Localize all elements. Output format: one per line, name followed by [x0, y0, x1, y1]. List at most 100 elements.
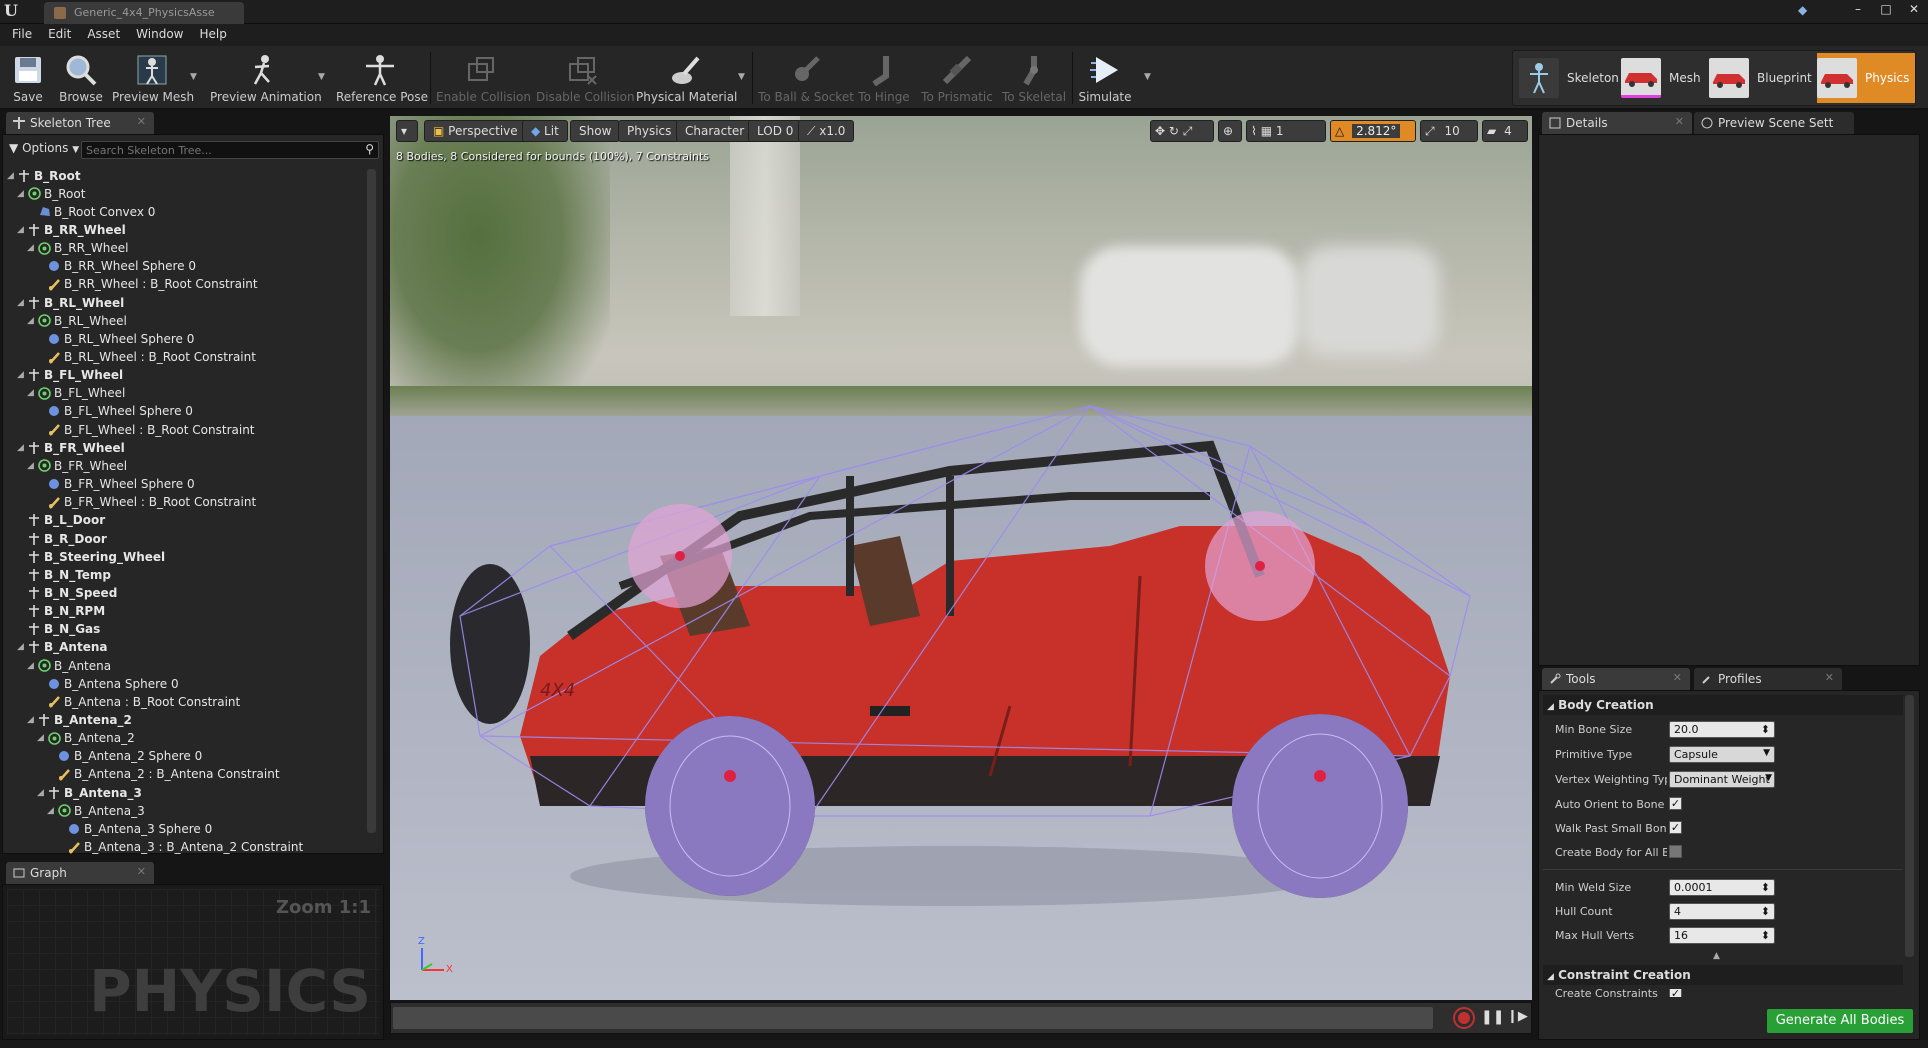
- tree-row-shape[interactable]: B_RL_Wheel Sphere 0: [37, 330, 194, 347]
- tree-row-shape[interactable]: B_FL_Wheel Sphere 0: [37, 403, 193, 420]
- tab-graph[interactable]: Graph ✕: [6, 862, 154, 884]
- physical-material-button[interactable]: Physical Material: [636, 48, 737, 108]
- preview-mesh-dropdown-icon[interactable]: ▼: [190, 72, 197, 82]
- tree-row-body[interactable]: ◢ B_FL_Wheel: [27, 385, 125, 402]
- tab-preview-scene-settings[interactable]: Preview Scene Sett: [1694, 112, 1854, 134]
- tab-skeleton-tree[interactable]: Skeleton Tree ✕: [6, 112, 154, 134]
- tree-row-shape[interactable]: B_Antena_3 Sphere 0: [57, 820, 212, 837]
- generate-all-bodies-button[interactable]: Generate All Bodies: [1767, 1009, 1913, 1033]
- graph-panel[interactable]: Zoom 1:1 PHYSICS: [2, 884, 384, 1040]
- tree-row-bone[interactable]: ◢ B_Antena_2: [27, 712, 132, 729]
- expand-arrow-icon[interactable]: ◢: [17, 642, 27, 652]
- options-dropdown[interactable]: ▼ Options ▼: [9, 141, 79, 159]
- expand-arrow-icon[interactable]: ◢: [27, 715, 37, 725]
- tree-row-shape[interactable]: B_FR_Wheel Sphere 0: [37, 476, 195, 493]
- close-tab-icon[interactable]: ✕: [1825, 671, 1834, 684]
- viewport-options-button[interactable]: ▾: [396, 120, 418, 142]
- tree-row-constraint[interactable]: B_Antena_2 : B_Antena Constraint: [47, 766, 280, 783]
- lit-button[interactable]: ◆ Lit: [522, 120, 568, 142]
- tree-row-constraint[interactable]: B_Antena : B_Root Constraint: [37, 693, 240, 710]
- physical-material-dropdown-icon[interactable]: ▼: [738, 72, 745, 82]
- vertex-weighting-select[interactable]: Dominant Weight ▼: [1669, 771, 1775, 788]
- menu-edit[interactable]: Edit: [40, 24, 79, 46]
- tree-row-body[interactable]: ◢ B_Root: [17, 185, 85, 202]
- tree-row-body[interactable]: ◢ B_RR_Wheel: [27, 240, 128, 257]
- close-tab-icon[interactable]: ✕: [1675, 115, 1684, 128]
- tree-row-bone[interactable]: ◢ B_RR_Wheel: [17, 221, 126, 238]
- expand-arrow-icon[interactable]: ◢: [7, 171, 17, 181]
- physics-view-button[interactable]: Physics: [618, 120, 681, 142]
- disable-collision-button[interactable]: Disable Collision: [536, 48, 635, 108]
- rotation-snap-button[interactable]: △ 2.812°: [1330, 120, 1416, 142]
- tree-row-constraint[interactable]: B_RL_Wheel : B_Root Constraint: [37, 349, 256, 366]
- tree-row-constraint[interactable]: B_FL_Wheel : B_Root Constraint: [37, 421, 255, 438]
- perspective-button[interactable]: ▣ Perspective: [424, 120, 527, 142]
- character-button[interactable]: Character: [676, 120, 754, 142]
- browse-button[interactable]: Browse: [56, 48, 106, 108]
- tree-row-bone[interactable]: ◢ B_FL_Wheel: [17, 367, 123, 384]
- tree-row-bone[interactable]: B_N_Temp: [17, 566, 111, 583]
- constraint-creation-header[interactable]: ◢ Constraint Creation: [1543, 965, 1903, 985]
- to-prismatic-button[interactable]: To Prismatic: [918, 48, 996, 108]
- expand-arrow-icon[interactable]: ◢: [37, 733, 47, 743]
- mode-physics[interactable]: Physics: [1817, 53, 1916, 103]
- expand-arrow-icon[interactable]: ◢: [27, 388, 37, 398]
- tab-details[interactable]: Details ✕: [1542, 112, 1692, 134]
- advanced-expand-icon[interactable]: ▲: [1713, 951, 1720, 961]
- tree-row-constraint[interactable]: B_Antena_3 : B_Antena_2 Constraint: [57, 839, 303, 856]
- expand-arrow-icon[interactable]: ◢: [47, 806, 57, 816]
- tree-row-body[interactable]: ◢ B_Antena_3: [47, 802, 145, 819]
- save-button[interactable]: Save: [6, 48, 50, 108]
- translate-icon[interactable]: ✥: [1155, 124, 1165, 138]
- minimize-button[interactable]: –: [1844, 0, 1872, 20]
- auto-orient-checkbox[interactable]: ✓: [1669, 797, 1682, 810]
- tree-row-body[interactable]: ◢ B_Antena_2: [37, 730, 135, 747]
- tree-row-bone[interactable]: B_R_Door: [17, 530, 107, 547]
- to-ball-socket-button[interactable]: To Ball & Socket: [758, 48, 854, 108]
- expand-arrow-icon[interactable]: ◢: [17, 298, 27, 308]
- record-button[interactable]: [1453, 1007, 1475, 1029]
- tree-row-shape[interactable]: B_RR_Wheel Sphere 0: [37, 258, 196, 275]
- scale-icon[interactable]: ⤢: [1183, 124, 1193, 138]
- grid-icon[interactable]: ▦: [1261, 124, 1272, 138]
- tree-row-bone[interactable]: ◢ B_Antena_3: [37, 784, 142, 801]
- skeleton-tree-scrollbar[interactable]: [367, 169, 376, 833]
- preview-animation-button[interactable]: Preview Animation: [210, 48, 322, 108]
- tab-profiles[interactable]: Profiles ✕: [1694, 668, 1842, 690]
- reference-pose-button[interactable]: Reference Pose: [336, 48, 428, 108]
- expand-arrow-icon[interactable]: ◢: [27, 461, 37, 471]
- create-constraints-checkbox[interactable]: ✓: [1669, 989, 1682, 997]
- step-forward-button[interactable]: ❙▶: [1507, 1009, 1528, 1024]
- viewport[interactable]: 4X4 ▾ ▣ Perspective ◆ Lit Show Physics C…: [390, 116, 1532, 1000]
- tree-row-body[interactable]: ◢ B_Antena: [27, 657, 111, 674]
- tree-row-bone[interactable]: ◢ B_RL_Wheel: [17, 294, 124, 311]
- tree-row-bone[interactable]: B_L_Door: [17, 512, 105, 529]
- document-tab[interactable]: Generic_4x4_PhysicsAsse: [44, 2, 244, 24]
- menu-help[interactable]: Help: [191, 24, 234, 46]
- create-body-checkbox[interactable]: [1669, 845, 1682, 858]
- to-skeletal-button[interactable]: To Skeletal: [1000, 48, 1068, 108]
- tree-row-bone[interactable]: ◢ B_Antena: [17, 639, 108, 656]
- to-hinge-button[interactable]: To Hinge: [858, 48, 910, 108]
- show-button[interactable]: Show: [570, 120, 621, 142]
- tree-row-constraint[interactable]: B_RR_Wheel : B_Root Constraint: [37, 276, 258, 293]
- body-creation-header[interactable]: ◢ Body Creation: [1543, 695, 1903, 715]
- tree-row-body[interactable]: ◢ B_FR_Wheel: [27, 457, 127, 474]
- menu-asset[interactable]: Asset: [79, 24, 128, 46]
- min-bone-size-field[interactable]: 20.0 ⬍: [1669, 721, 1775, 738]
- camera-speed-button[interactable]: ▰ 4: [1482, 120, 1528, 142]
- tree-row-bone[interactable]: B_Steering_Wheel: [17, 548, 165, 565]
- menu-file[interactable]: File: [4, 24, 40, 46]
- expand-arrow-icon[interactable]: ◢: [37, 788, 47, 798]
- preview-animation-dropdown-icon[interactable]: ▼: [318, 72, 325, 82]
- simulate-dropdown-icon[interactable]: ▼: [1144, 72, 1151, 82]
- tree-row-constraint[interactable]: B_FR_Wheel : B_Root Constraint: [37, 494, 256, 511]
- expand-arrow-icon[interactable]: ◢: [27, 316, 37, 326]
- tab-tools[interactable]: Tools ✕: [1542, 668, 1690, 690]
- source-control-icon[interactable]: ◆: [1798, 3, 1812, 17]
- close-tab-icon[interactable]: ✕: [137, 865, 146, 878]
- pause-button[interactable]: ❚❚: [1481, 1009, 1504, 1025]
- mode-blueprint[interactable]: Blueprint: [1709, 53, 1812, 103]
- preview-mesh-button[interactable]: Preview Mesh: [112, 48, 194, 108]
- search-icon[interactable]: ⚲: [365, 142, 374, 156]
